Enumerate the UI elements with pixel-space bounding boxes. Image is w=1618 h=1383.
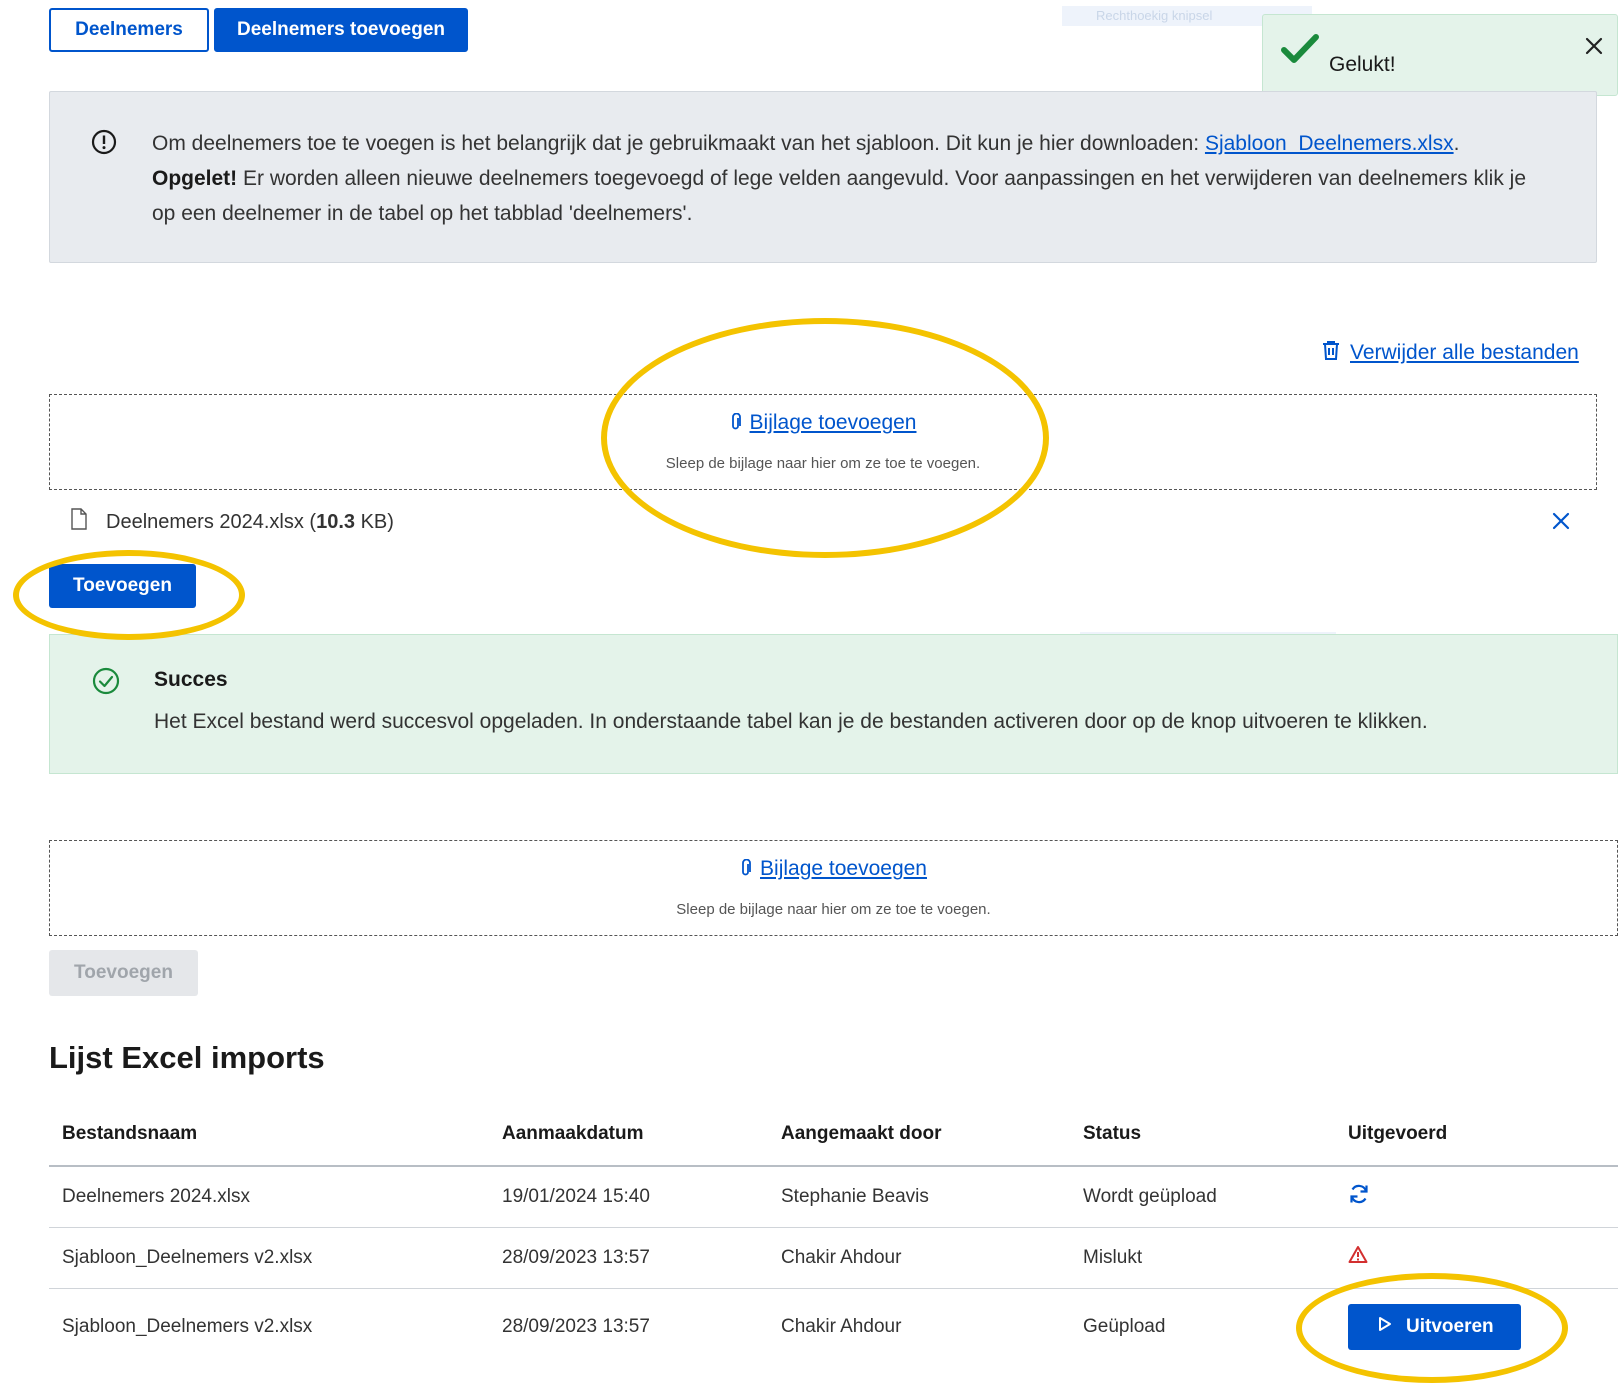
uploaded-file-row: Deelnemers 2024.xlsx (10.3 KB) bbox=[70, 508, 394, 536]
success-message: Het Excel bestand werd succesvol opgelad… bbox=[154, 710, 1428, 733]
uploaded-file-name: Deelnemers 2024.xlsx (10.3 KB) bbox=[106, 510, 394, 533]
warning-label: Opgelet! bbox=[152, 167, 238, 190]
cell-created-by: Stephanie Beavis bbox=[768, 1166, 1070, 1228]
run-import-button[interactable]: Uitvoeren bbox=[1348, 1304, 1521, 1351]
dropzone-hint: Sleep de bijlage naar hier om ze toe te … bbox=[665, 455, 981, 472]
column-header: Uitgevoerd bbox=[1335, 1102, 1618, 1167]
play-icon bbox=[1378, 1316, 1392, 1338]
cell-date: 19/01/2024 15:40 bbox=[489, 1166, 768, 1228]
trash-icon bbox=[1322, 340, 1340, 366]
remove-file-icon[interactable] bbox=[1551, 511, 1571, 531]
cell-status: Mislukt bbox=[1070, 1227, 1335, 1289]
cell-status: Wordt geüpload bbox=[1070, 1166, 1335, 1228]
warning-text: Er worden alleen nieuwe deelnemers toege… bbox=[152, 167, 1527, 225]
toast-message: Gelukt! bbox=[1329, 53, 1396, 76]
add-button-disabled: Toevoegen bbox=[49, 950, 198, 996]
info-text: Om deelnemers toe te voegen is het belan… bbox=[152, 126, 1552, 231]
cell-filename: Deelnemers 2024.xlsx bbox=[49, 1166, 489, 1228]
cell-status: Geüpload bbox=[1083, 1316, 1166, 1338]
success-toast: Gelukt! bbox=[1262, 14, 1618, 96]
dropzone-hint: Sleep de bijlage naar hier om ze toe te … bbox=[676, 901, 991, 918]
table-row[interactable]: Sjabloon_Deelnemers v2.xlsx 28/09/2023 1… bbox=[49, 1227, 1618, 1289]
file-dropzone[interactable]: Bijlage toevoegen Sleep de bijlage naar … bbox=[49, 840, 1618, 936]
file-icon bbox=[70, 508, 88, 536]
dropzone-link-row: Bijlage toevoegen bbox=[50, 857, 1617, 883]
tab-deelnemers[interactable]: Deelnemers bbox=[49, 8, 209, 52]
column-header: Bestandsnaam bbox=[49, 1102, 489, 1167]
checkmark-icon bbox=[1281, 33, 1319, 70]
info-line-1: Om deelnemers toe te voegen is het belan… bbox=[152, 132, 1205, 155]
attach-file-link[interactable]: Bijlage toevoegen bbox=[750, 411, 917, 434]
table-header-row: Bestandsnaam Aanmaakdatum Aangemaakt doo… bbox=[49, 1102, 1618, 1167]
paperclip-icon bbox=[730, 412, 742, 437]
success-title: Succes bbox=[154, 668, 228, 691]
run-import-label: Uitvoeren bbox=[1406, 1316, 1494, 1338]
close-icon[interactable] bbox=[1583, 35, 1605, 57]
template-download-link[interactable]: Sjabloon_Deelnemers.xlsx bbox=[1205, 132, 1454, 155]
cell-created-by: Chakir Ahdour bbox=[781, 1316, 902, 1338]
cell-filename: Sjabloon_Deelnemers v2.xlsx bbox=[49, 1227, 489, 1289]
paperclip-icon bbox=[740, 858, 752, 883]
table-row[interactable]: Sjabloon_Deelnemers v2.xlsx 28/09/2023 1… bbox=[49, 1288, 1618, 1366]
cell-date: 28/09/2023 13:57 bbox=[502, 1316, 650, 1338]
success-alert: Succes Het Excel bestand werd succesvol … bbox=[49, 634, 1618, 774]
cell-created-by: Chakir Ahdour bbox=[768, 1227, 1070, 1289]
file-dropzone[interactable]: Bijlage toevoegen Sleep de bijlage naar … bbox=[49, 394, 1597, 490]
tab-deelnemers-toevoegen[interactable]: Deelnemers toevoegen bbox=[214, 8, 468, 52]
check-circle-icon bbox=[92, 667, 120, 700]
info-line-1-suffix: . bbox=[1453, 132, 1460, 155]
cell-date: 28/09/2023 13:57 bbox=[489, 1227, 768, 1289]
cell-filename: Sjabloon_Deelnemers v2.xlsx bbox=[62, 1316, 313, 1338]
attach-file-link[interactable]: Bijlage toevoegen bbox=[760, 857, 927, 880]
sync-icon bbox=[1348, 1184, 1370, 1210]
dropzone-link-row: Bijlage toevoegen bbox=[50, 411, 1596, 437]
info-icon bbox=[91, 129, 117, 160]
imports-table: Bestandsnaam Aanmaakdatum Aangemaakt doo… bbox=[49, 1102, 1618, 1366]
column-header: Status bbox=[1070, 1102, 1335, 1167]
warning-triangle-icon bbox=[1348, 1246, 1368, 1269]
cell-executed bbox=[1335, 1227, 1618, 1289]
table-row[interactable]: Deelnemers 2024.xlsx 19/01/2024 15:40 St… bbox=[49, 1166, 1618, 1228]
delete-all-files-link[interactable]: Verwijder alle bestanden bbox=[1322, 340, 1579, 366]
column-header: Aangemaakt door bbox=[768, 1102, 1070, 1167]
info-notice: Om deelnemers toe te voegen is het belan… bbox=[49, 91, 1597, 263]
cell-executed bbox=[1335, 1166, 1618, 1228]
cell-executed: Uitvoeren bbox=[1335, 1288, 1618, 1366]
column-header: Aanmaakdatum bbox=[489, 1102, 768, 1167]
add-button[interactable]: Toevoegen bbox=[49, 564, 196, 608]
delete-all-label[interactable]: Verwijder alle bestanden bbox=[1350, 341, 1579, 365]
imports-title: Lijst Excel imports bbox=[49, 1040, 325, 1075]
